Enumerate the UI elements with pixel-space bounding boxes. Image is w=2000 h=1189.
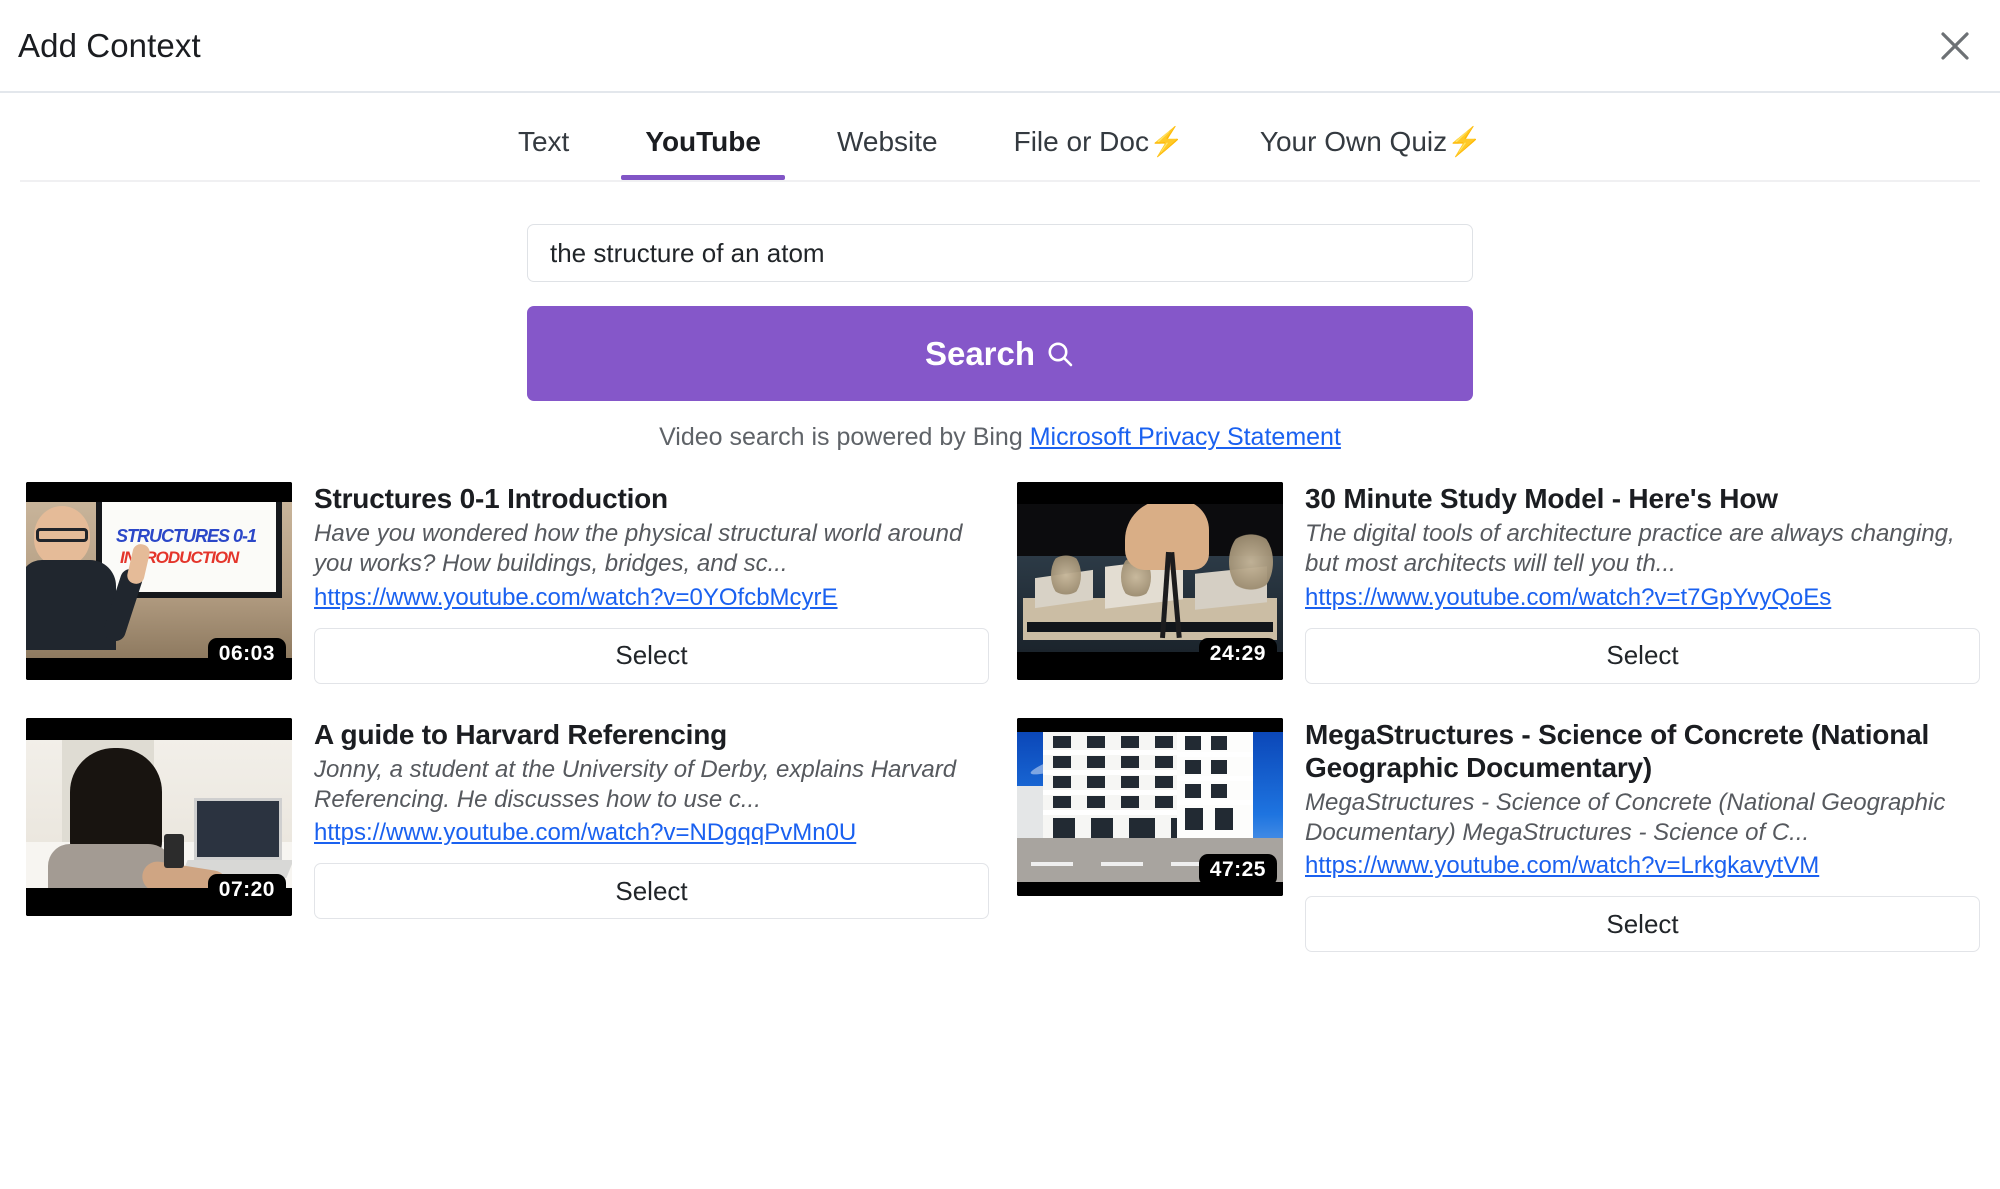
video-result-card: 07:20 A guide to Harvard Referencing Jon… [26,688,989,920]
video-thumbnail[interactable]: 47:25 [1017,718,1283,896]
tab-youtube[interactable]: YouTube [607,116,799,180]
select-button[interactable]: Select [1305,896,1980,952]
video-result-body: A guide to Harvard Referencing Jonny, a … [314,718,989,920]
video-thumbnail[interactable]: STRUCTURES 0-1 INTRODUCTION 06:03 [26,482,292,680]
search-section: Search Video search is powered by Bing M… [0,182,2000,452]
magnifier-icon [1045,339,1075,369]
video-thumbnail[interactable]: 24:29 [1017,482,1283,680]
select-button[interactable]: Select [1305,628,1980,684]
powered-by-text: Video search is powered by Bing [659,423,1023,451]
tab-text[interactable]: Text [480,116,607,180]
video-url-link[interactable]: https://www.youtube.com/watch?v=Lrkgkavy… [1305,850,1980,881]
tab-label: YouTube [645,126,761,157]
video-duration-badge: 24:29 [1199,638,1277,670]
modal-header: Add Context [0,0,2000,93]
video-description: Have you wondered how the physical struc… [314,519,989,579]
video-result-body: MegaStructures - Science of Concrete (Na… [1305,718,1980,953]
video-title: MegaStructures - Science of Concrete (Na… [1305,718,1980,784]
tab-your-own-quiz[interactable]: Your Own Quiz⚡ [1222,115,1520,180]
video-description: MegaStructures - Science of Concrete (Na… [1305,788,1980,848]
tab-list: Text YouTube Website File or Doc⚡ Your O… [0,115,2000,180]
tab-label: File or Doc [1014,126,1149,157]
video-duration-badge: 06:03 [208,638,286,670]
video-description: The digital tools of architecture practi… [1305,519,1980,579]
tab-label: Your Own Quiz [1260,126,1447,157]
video-result-body: 30 Minute Study Model - Here's How The d… [1305,482,1980,684]
video-thumbnail[interactable]: 07:20 [26,718,292,916]
video-title: 30 Minute Study Model - Here's How [1305,482,1980,515]
powered-by-note: Video search is powered by Bing Microsof… [659,423,1341,452]
video-result-body: Structures 0-1 Introduction Have you won… [314,482,989,684]
close-button[interactable] [1932,23,1978,69]
page-title: Add Context [0,27,201,65]
close-icon [1937,28,1973,64]
select-button[interactable]: Select [314,863,989,919]
tab-label: Text [518,126,569,157]
tab-label: Website [837,126,938,157]
select-button[interactable]: Select [314,628,989,684]
lightning-bolt-icon: ⚡ [1447,126,1482,157]
video-result-card: STRUCTURES 0-1 INTRODUCTION 06:03 Struct… [26,474,989,684]
tab-bar-divider [20,180,1980,182]
video-title: Structures 0-1 Introduction [314,482,989,515]
video-duration-badge: 47:25 [1199,854,1277,886]
tab-website[interactable]: Website [799,116,976,180]
tab-bar: Text YouTube Website File or Doc⚡ Your O… [0,93,2000,182]
video-url-link[interactable]: https://www.youtube.com/watch?v=NDgqqPvM… [314,817,989,848]
video-url-link[interactable]: https://www.youtube.com/watch?v=0YOfcbMc… [314,582,989,613]
lightning-bolt-icon: ⚡ [1149,126,1184,157]
video-description: Jonny, a student at the University of De… [314,755,989,815]
video-result-card: 47:25 MegaStructures - Science of Concre… [1017,688,1980,953]
video-title: A guide to Harvard Referencing [314,718,989,751]
search-button-label: Search [925,335,1035,373]
tab-file-or-doc[interactable]: File or Doc⚡ [976,115,1222,180]
video-results-grid: STRUCTURES 0-1 INTRODUCTION 06:03 Struct… [0,474,2000,952]
video-duration-badge: 07:20 [208,874,286,906]
search-input[interactable] [527,224,1473,282]
video-result-card: 24:29 30 Minute Study Model - Here's How… [1017,474,1980,684]
privacy-statement-link[interactable]: Microsoft Privacy Statement [1030,423,1341,451]
video-url-link[interactable]: https://www.youtube.com/watch?v=t7GpYvyQ… [1305,582,1980,613]
search-button[interactable]: Search [527,306,1473,401]
